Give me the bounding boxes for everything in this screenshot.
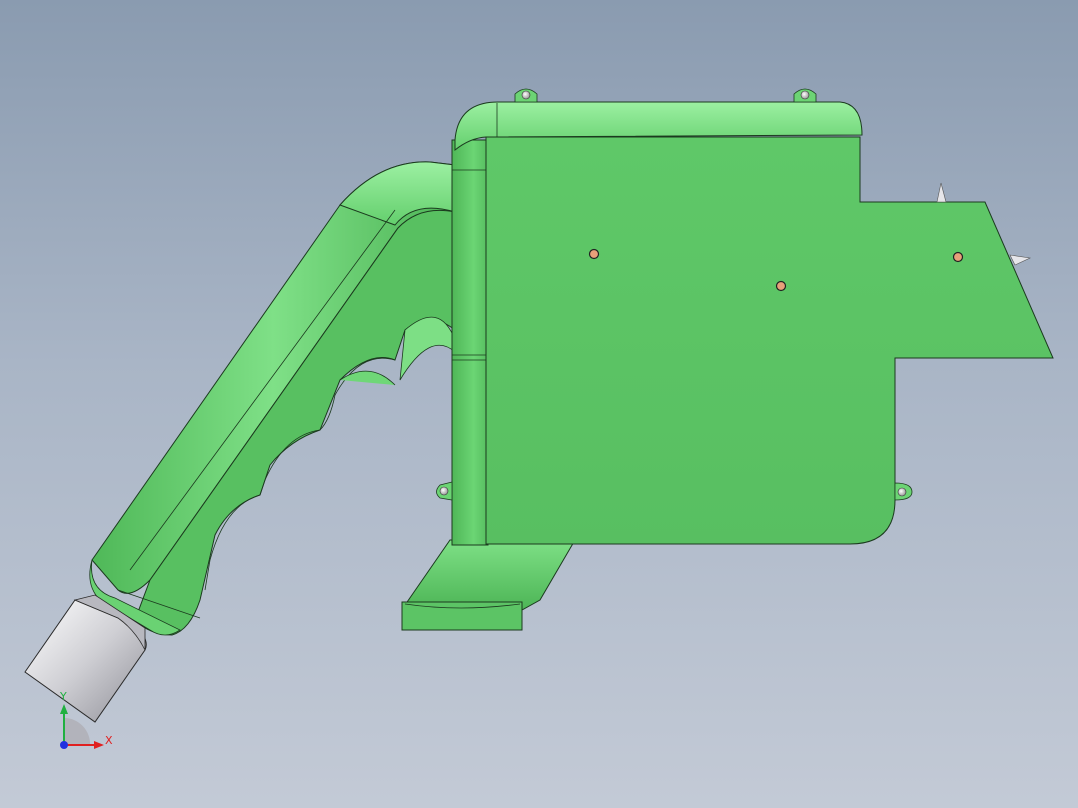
z-axis-dot [60,741,68,749]
mount-tab-top-left[interactable] [514,88,538,103]
model-view[interactable]: X Y [0,0,1078,808]
mount-tab-top-right[interactable] [793,88,817,103]
handle[interactable] [89,161,456,636]
body-side-panel[interactable] [451,139,489,546]
3d-viewport[interactable]: X Y [0,0,1078,808]
mount-tab-bottom-left[interactable] [436,481,453,501]
screw-3 [952,251,964,263]
body-front-panel[interactable] [485,136,1054,545]
screw-1 [588,248,600,260]
bottom-duct[interactable] [401,539,576,631]
mount-tab-bottom-right[interactable] [894,482,913,501]
x-axis-label: X [105,734,113,747]
screw-2 [775,280,787,292]
y-axis-label: Y [59,690,67,703]
